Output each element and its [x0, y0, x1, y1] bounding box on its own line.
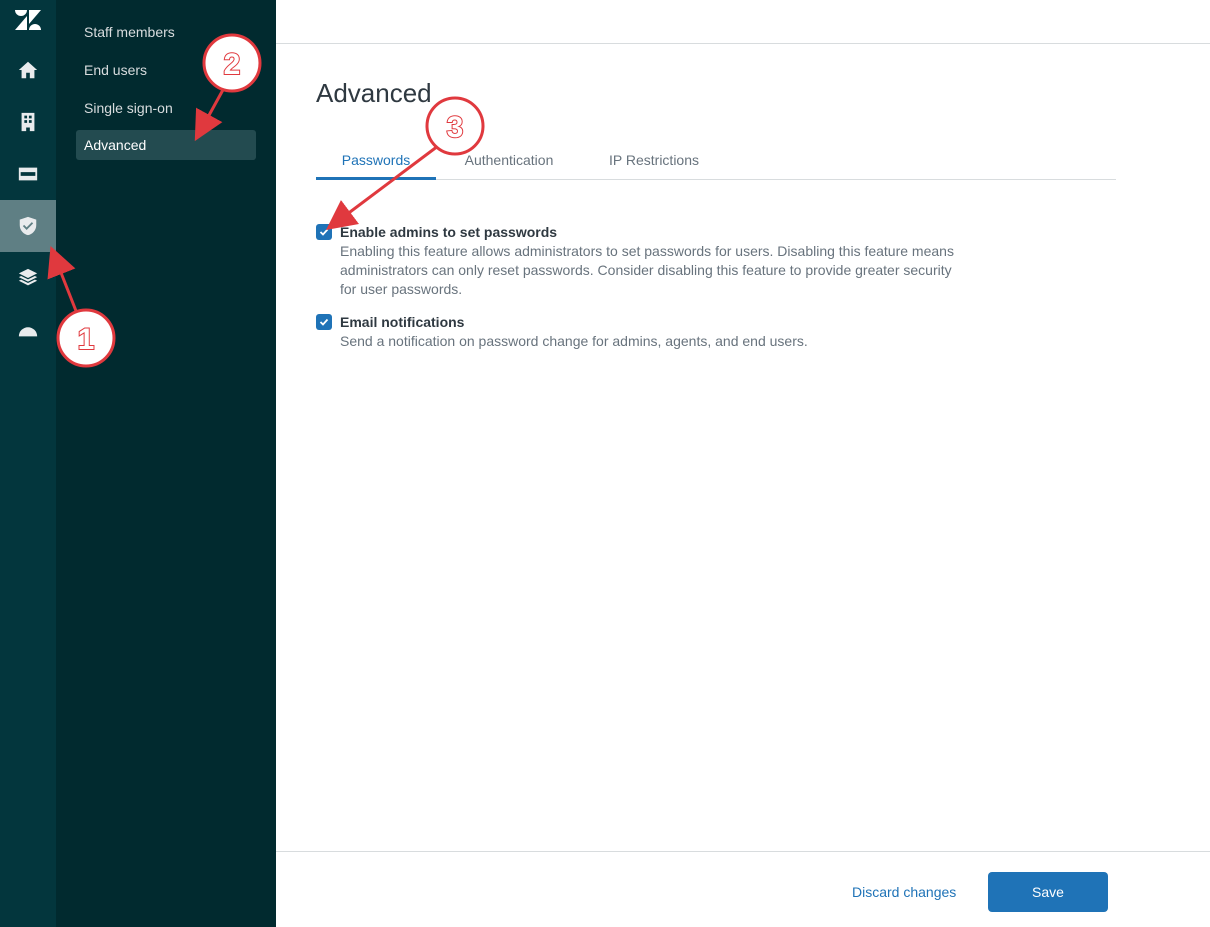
card-icon[interactable] [0, 148, 56, 200]
layers-icon[interactable] [0, 252, 56, 304]
option-label: Email notifications [340, 314, 465, 330]
checkmark-icon [319, 228, 329, 236]
tab-passwords[interactable]: Passwords [316, 146, 436, 180]
enable-admins-checkbox[interactable] [316, 224, 332, 240]
page-title: Advanced [316, 78, 432, 108]
tab-bar: Passwords Authentication IP Restrictions [316, 146, 1116, 180]
subnav-item-advanced[interactable]: Advanced [76, 130, 256, 160]
footer-bar: Discard changes Save [276, 851, 1210, 927]
subnav-item-end-users[interactable]: End users [76, 55, 256, 85]
save-button[interactable]: Save [988, 872, 1108, 912]
shield-check-icon[interactable] [0, 200, 56, 252]
option-enable-admin-passwords: Enable admins to set passwords Enabling … [316, 222, 976, 302]
option-description: Send a notification on password change f… [340, 333, 808, 349]
product-rail [0, 0, 56, 927]
secondary-nav: Staff members End users Single sign-on A… [56, 0, 276, 927]
tab-ip-restrictions[interactable]: IP Restrictions [598, 146, 710, 180]
main-content: Advanced Passwords Authentication IP Res… [276, 0, 1210, 927]
email-notifications-checkbox[interactable] [316, 314, 332, 330]
subnav-item-staff-members[interactable]: Staff members [76, 17, 256, 47]
tab-authentication[interactable]: Authentication [456, 146, 562, 180]
option-email-notifications: Email notifications Send a notification … [316, 312, 976, 356]
top-bar [276, 0, 1210, 44]
home-icon[interactable] [0, 44, 56, 96]
subnav-item-single-sign-on[interactable]: Single sign-on [76, 93, 256, 123]
half-circle-icon[interactable] [0, 304, 56, 356]
app-window: Staff members End users Single sign-on A… [0, 0, 1210, 927]
option-description: Enabling this feature allows administrat… [340, 243, 954, 297]
checkmark-icon [319, 318, 329, 326]
zendesk-logo-icon[interactable] [0, 0, 56, 40]
building-icon[interactable] [0, 96, 56, 148]
discard-changes-link[interactable]: Discard changes [852, 884, 956, 900]
option-label: Enable admins to set passwords [340, 224, 558, 240]
